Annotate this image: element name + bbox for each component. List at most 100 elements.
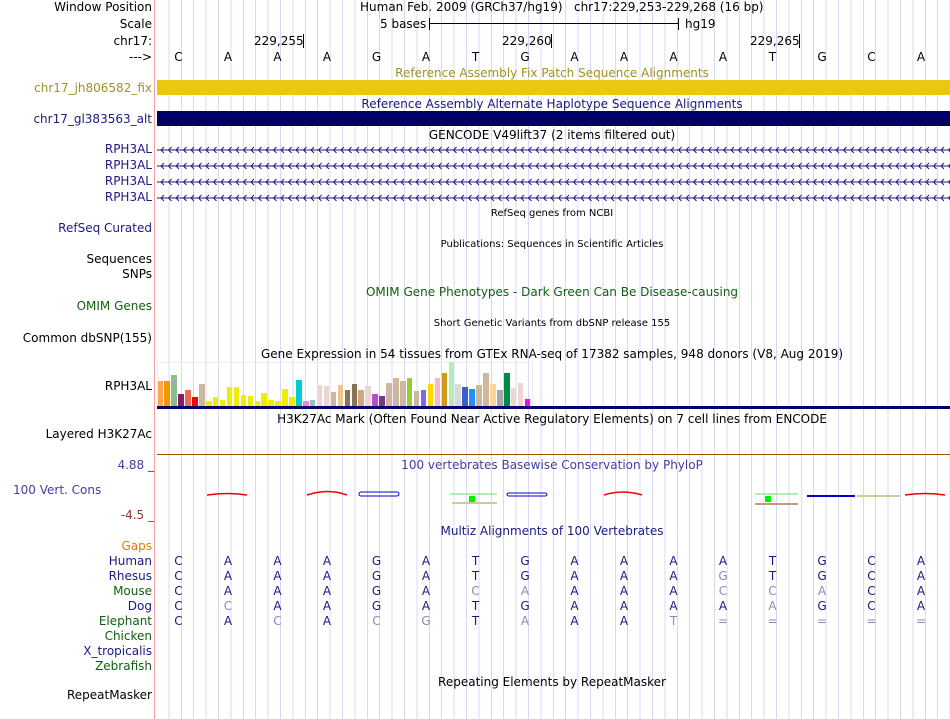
gtex-bar[interactable]: [289, 397, 295, 406]
gtex-bar[interactable]: [427, 384, 434, 406]
gtex-bar[interactable]: [448, 362, 455, 406]
gtex-bar[interactable]: [282, 389, 288, 406]
aligned-base: A: [322, 599, 332, 613]
gencode-item-label[interactable]: RPH3AL: [105, 158, 152, 172]
fix-patch-label[interactable]: chr17_jh806582_fix: [34, 81, 152, 95]
gtex-bar[interactable]: [406, 378, 413, 406]
refseq-label[interactable]: RefSeq Curated: [58, 221, 152, 235]
gencode-transcript[interactable]: [157, 193, 950, 203]
repeatmasker-label[interactable]: RepeatMasker: [67, 688, 152, 702]
gtex-bar[interactable]: [476, 385, 482, 406]
publications-title: Publications: Sequences in Scientific Ar…: [440, 239, 664, 250]
gtex-bar[interactable]: [316, 385, 323, 406]
gencode-transcript[interactable]: [157, 145, 950, 155]
gtex-bar[interactable]: [469, 389, 475, 406]
scale-label: Scale: [119, 17, 152, 31]
aligned-base: T: [471, 569, 480, 583]
gtex-bar[interactable]: [372, 394, 378, 406]
gtex-bar[interactable]: [517, 383, 524, 406]
aligned-base: C: [223, 599, 233, 613]
h3k27ac-label[interactable]: Layered H3K27Ac: [46, 427, 152, 441]
gtex-bar[interactable]: [358, 390, 364, 406]
gencode-item-label[interactable]: RPH3AL: [105, 142, 152, 156]
gtex-bar[interactable]: [393, 378, 399, 406]
h3k27ac-title: H3K27Ac Mark (Often Found Near Active Re…: [277, 412, 827, 426]
gtex-bar[interactable]: [524, 399, 531, 406]
fix-patch-bar[interactable]: [157, 80, 950, 95]
species-label[interactable]: Dog: [128, 599, 152, 613]
species-label[interactable]: Chicken: [105, 629, 152, 643]
alt-haplotype-bar[interactable]: [157, 111, 950, 126]
species-label[interactable]: Mouse: [113, 584, 152, 598]
dbsnp-label[interactable]: Common dbSNP(155): [23, 331, 152, 345]
aligned-base: A: [619, 599, 629, 613]
gtex-bar[interactable]: [192, 397, 198, 406]
gencode-item-label[interactable]: RPH3AL: [105, 174, 152, 188]
aligned-base: T: [669, 614, 678, 628]
dbsnp-title: Short Genetic Variants from dbSNP releas…: [433, 318, 671, 329]
sequence-base: G: [817, 50, 827, 64]
gtex-bar[interactable]: [413, 391, 420, 406]
gtex-bar[interactable]: [504, 373, 510, 406]
gtex-bar[interactable]: [261, 393, 267, 406]
aligned-base: C: [174, 554, 183, 568]
gtex-bar[interactable]: [441, 373, 448, 406]
species-label[interactable]: X_tropicalis: [83, 644, 152, 658]
position-header: Human Feb. 2009 (GRCh37/hg19) chr17:229,…: [360, 0, 764, 14]
gtex-bar[interactable]: [386, 383, 392, 406]
species-label[interactable]: Elephant: [99, 614, 152, 628]
gtex-bar[interactable]: [330, 392, 337, 406]
phylop-label[interactable]: 100 Vert. Cons: [13, 483, 101, 497]
gtex-bar[interactable]: [337, 385, 344, 406]
publications-label-sequences[interactable]: Sequences: [87, 252, 152, 266]
aligned-base: C: [174, 614, 183, 628]
gtex-bar[interactable]: [379, 396, 385, 406]
minus-strand-arrows: [157, 194, 950, 202]
gtex-bar[interactable]: [351, 384, 358, 406]
gencode-transcript[interactable]: [157, 161, 950, 171]
aligned-base: A: [273, 554, 282, 568]
ruler-tick: 229,265: [750, 34, 800, 48]
species-label[interactable]: Rhesus: [109, 569, 152, 583]
gtex-bar[interactable]: [164, 381, 170, 406]
aligned-base: A: [916, 554, 926, 568]
gtex-bar[interactable]: [171, 375, 177, 406]
publications-label-snps[interactable]: SNPs: [122, 267, 152, 281]
gencode-title: GENCODE V49lift37 (2 items filtered out): [428, 128, 676, 142]
gtex-label[interactable]: RPH3AL: [105, 379, 152, 393]
gtex-bar[interactable]: [178, 394, 184, 406]
gtex-bar[interactable]: [157, 381, 163, 406]
gtex-bar[interactable]: [226, 387, 233, 406]
omim-label[interactable]: OMIM Genes: [77, 299, 152, 313]
gtex-bar[interactable]: [510, 388, 517, 406]
gtex-bar[interactable]: [185, 390, 191, 406]
gtex-bar[interactable]: [490, 384, 496, 406]
alt-haplotype-label[interactable]: chr17_gl383563_alt: [33, 112, 152, 126]
gencode-transcript[interactable]: [157, 177, 950, 187]
gtex-bar[interactable]: [462, 387, 468, 406]
gtex-bar[interactable]: [400, 381, 406, 406]
gtex-bar[interactable]: [434, 378, 441, 406]
aligned-base: A: [322, 569, 332, 583]
gtex-bar[interactable]: [483, 373, 489, 406]
gtex-bar[interactable]: [323, 386, 330, 406]
scale-bar-text: 5 bases: [380, 17, 427, 31]
gtex-bar[interactable]: [296, 380, 302, 406]
aligned-base: T: [471, 614, 480, 628]
aligned-base: G: [817, 569, 827, 583]
aligned-base: C: [273, 614, 282, 628]
species-label[interactable]: Human: [109, 554, 152, 568]
gtex-bar[interactable]: [240, 395, 247, 406]
gencode-item-label[interactable]: RPH3AL: [105, 190, 152, 204]
gtex-bar[interactable]: [420, 390, 427, 406]
gtex-bar[interactable]: [233, 387, 240, 406]
gtex-bar[interactable]: [455, 384, 461, 406]
aligned-base: T: [471, 599, 480, 613]
gtex-bar[interactable]: [199, 384, 205, 406]
species-label[interactable]: Zebrafish: [95, 659, 152, 673]
gtex-bar[interactable]: [497, 390, 503, 406]
gtex-bar[interactable]: [212, 397, 219, 406]
gtex-bar[interactable]: [247, 396, 254, 406]
gtex-bar[interactable]: [344, 390, 351, 406]
gtex-bar[interactable]: [365, 386, 371, 406]
